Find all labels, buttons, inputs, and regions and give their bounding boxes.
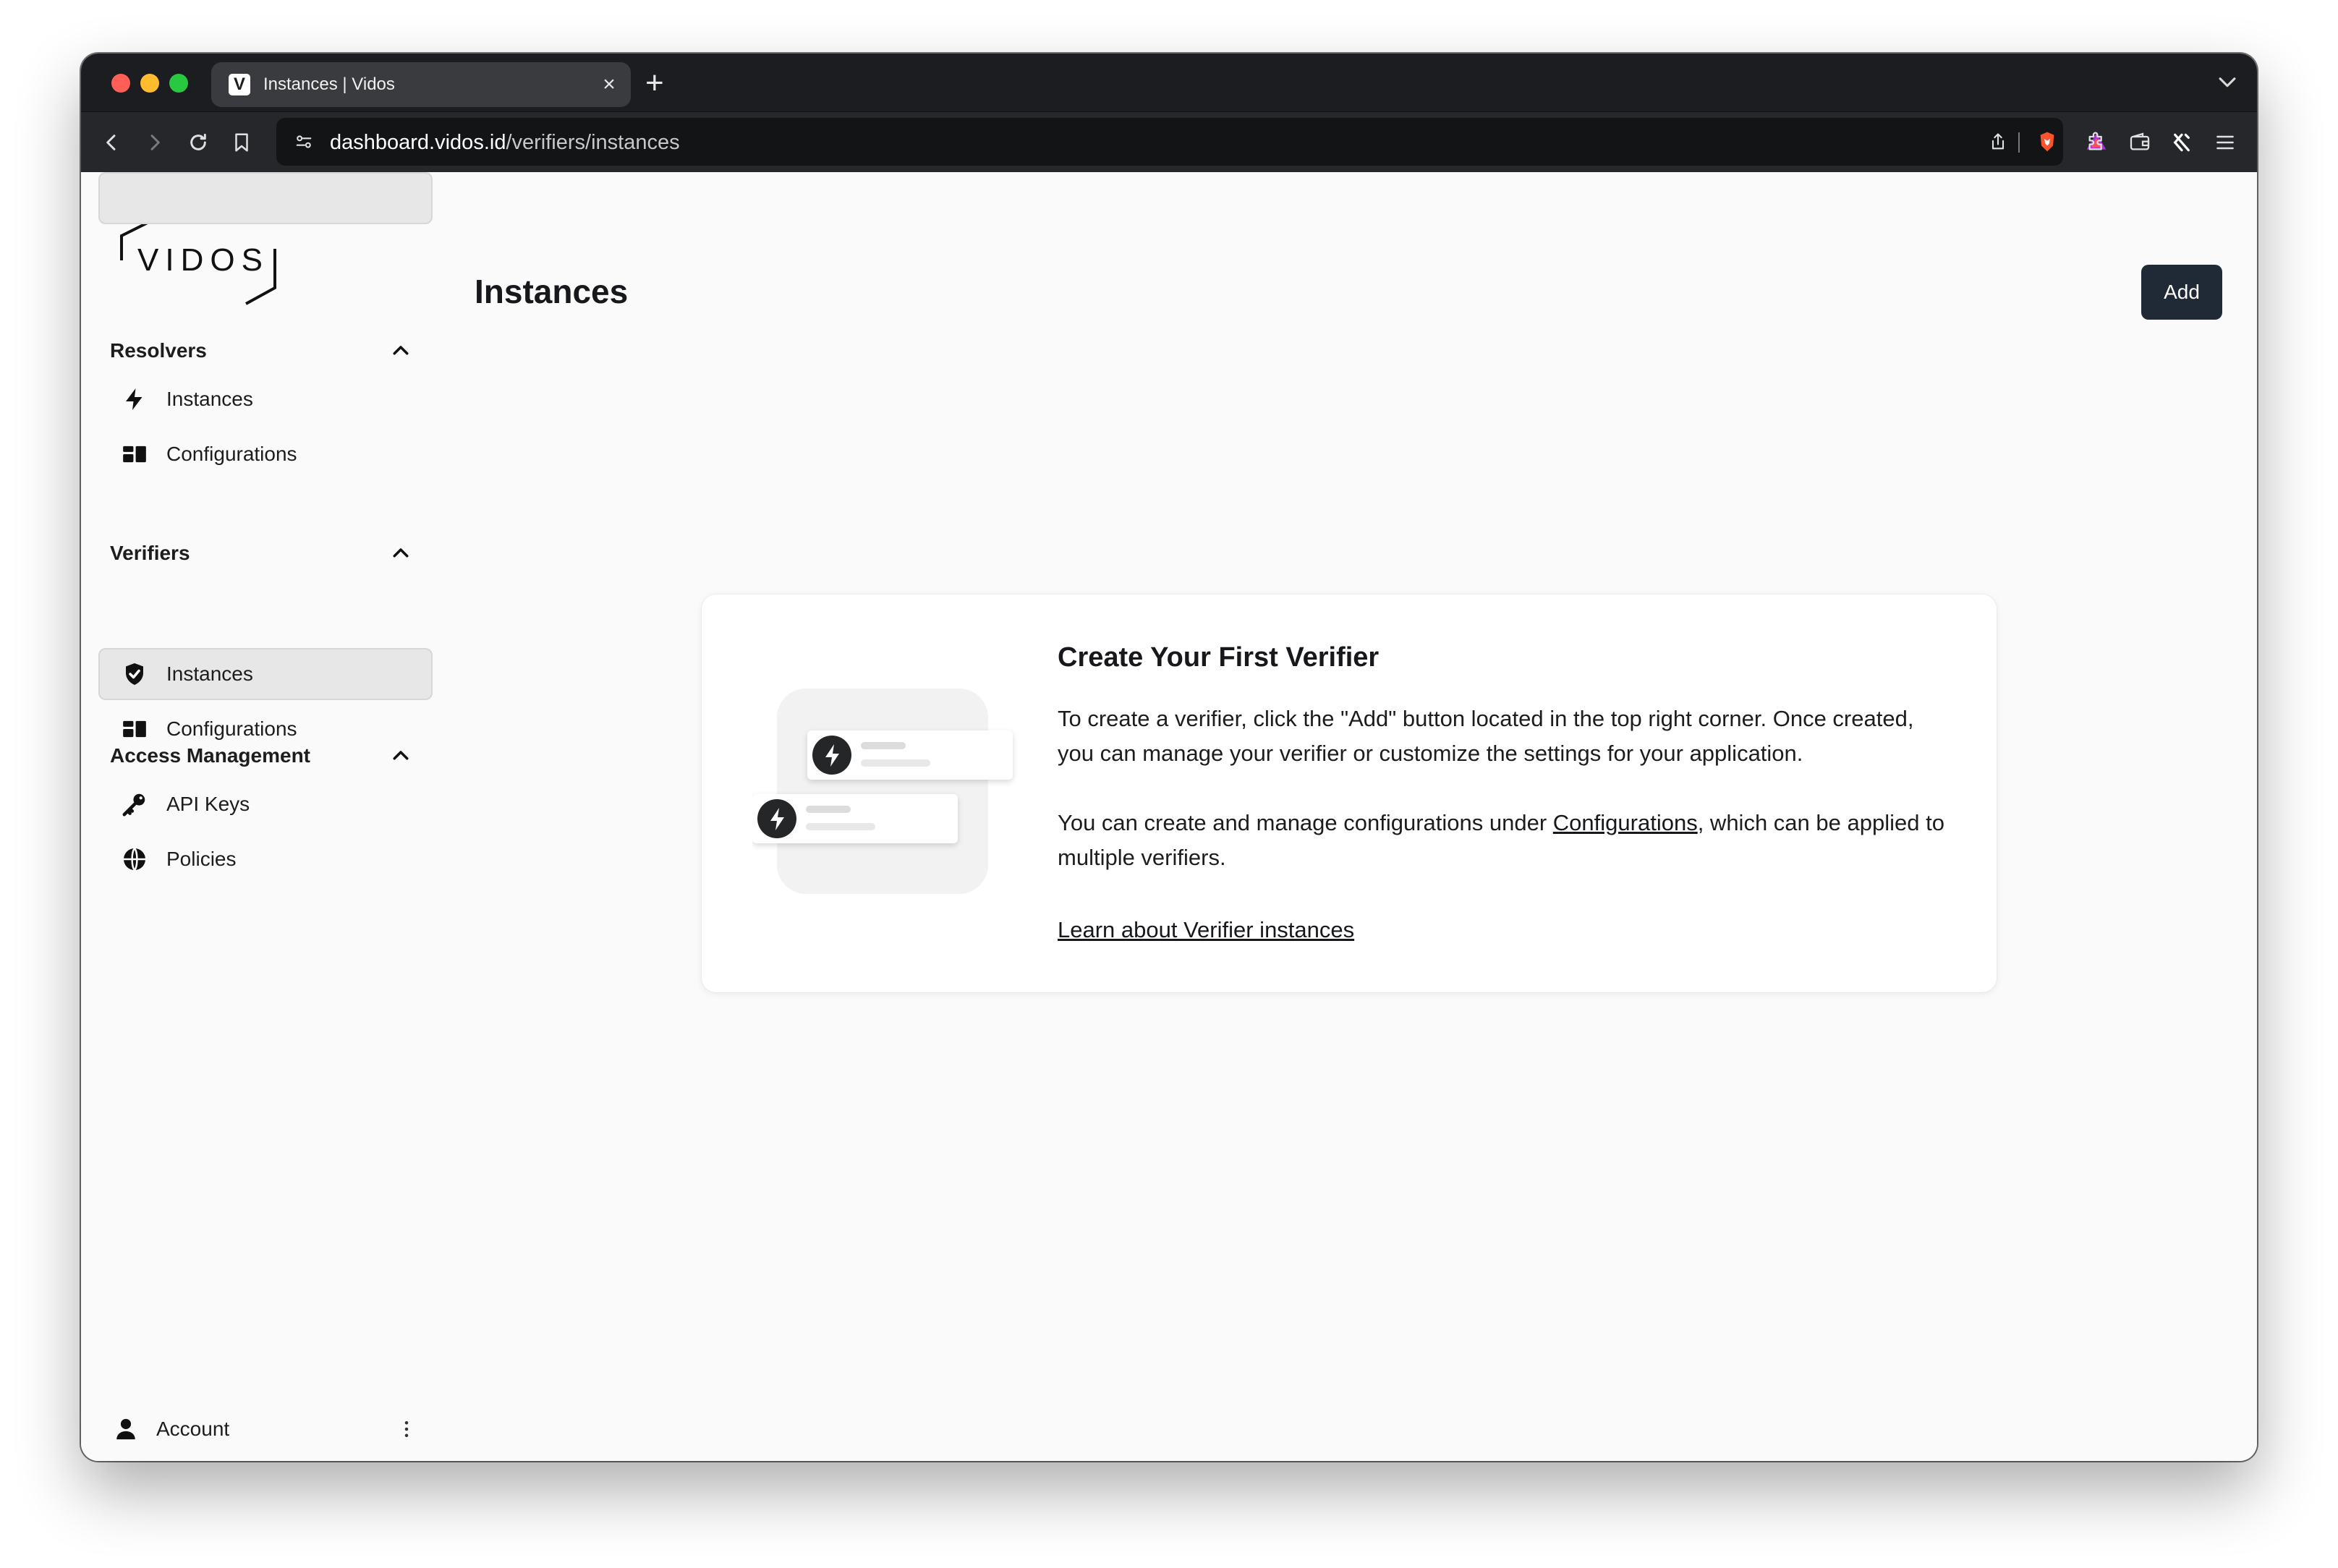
- page-title: Instances: [475, 273, 629, 310]
- account-label: Account: [156, 1418, 230, 1440]
- tab-title: Instances | Vidos: [263, 74, 395, 94]
- text-segment: You can create and manage configurations…: [1058, 810, 1553, 835]
- tab-list-chevron-icon[interactable]: [2215, 69, 2240, 98]
- url-path: /verifiers/instances: [506, 131, 680, 154]
- address-divider: [2018, 132, 2020, 153]
- sidebar-item-label: API Keys: [166, 793, 250, 815]
- leo-ai-icon[interactable]: [2166, 127, 2198, 158]
- section-title: Access Management: [110, 744, 311, 767]
- menu-icon[interactable]: [2209, 127, 2241, 158]
- empty-state-description: To create a verifier, click the "Add" bu…: [1058, 706, 1914, 766]
- app-content: VIDOS Resolvers Instances Configurations…: [81, 172, 2257, 1461]
- empty-state-illustration: [752, 689, 1020, 902]
- add-button[interactable]: Add: [2141, 265, 2222, 320]
- section-title: Verifiers: [110, 542, 190, 564]
- url-text: dashboard.vidos.id/verifiers/instances: [330, 131, 680, 155]
- sidebar-item-label: Policies: [166, 848, 237, 870]
- lightning-icon: [119, 383, 150, 415]
- minimize-window-button[interactable]: [140, 74, 159, 93]
- learn-verifier-instances-link[interactable]: Learn about Verifier instances: [1058, 917, 1354, 943]
- new-tab-button[interactable]: +: [645, 65, 664, 101]
- forward-icon[interactable]: [140, 128, 169, 157]
- empty-state-card: Create Your First Verifier To create a v…: [702, 595, 1997, 992]
- sidebar-item-verifier-instances[interactable]: Instances: [98, 648, 433, 700]
- wallet-icon[interactable]: [2124, 127, 2156, 158]
- sidebar-item-resolver-configurations[interactable]: Configurations: [98, 428, 433, 480]
- site-settings-icon[interactable]: [291, 129, 317, 155]
- vidos-logo[interactable]: VIDOS: [117, 218, 291, 309]
- sidebar-item-label: Configurations: [166, 443, 297, 465]
- browser-tab[interactable]: V Instances | Vidos ×: [211, 62, 631, 107]
- sidebar-item-api-keys[interactable]: API Keys: [98, 778, 433, 830]
- section-access-management[interactable]: Access Management: [110, 738, 415, 774]
- user-icon: [110, 1413, 142, 1445]
- empty-state-configurations-text: You can create and manage configurations…: [1058, 806, 1955, 875]
- zoom-window-button[interactable]: [169, 74, 188, 93]
- globe-icon: [119, 843, 150, 875]
- section-verifiers[interactable]: Verifiers: [110, 535, 415, 571]
- url-host: dashboard.vidos.id: [330, 131, 506, 154]
- vidos-favicon-icon: V: [229, 74, 250, 95]
- key-icon: [119, 788, 150, 820]
- logo-text: VIDOS: [137, 242, 269, 278]
- chevron-up-icon[interactable]: [386, 336, 415, 365]
- extensions-icon[interactable]: [2080, 127, 2112, 158]
- empty-state-title: Create Your First Verifier: [1058, 642, 1380, 673]
- reload-icon[interactable]: [184, 128, 213, 157]
- tab-strip: V Instances | Vidos × +: [81, 54, 2257, 111]
- chevron-up-icon[interactable]: [386, 741, 415, 770]
- shield-check-icon: [119, 658, 150, 690]
- tab-close-icon[interactable]: ×: [595, 72, 624, 97]
- sidebar-item-label: Instances: [166, 388, 253, 410]
- browser-window: V Instances | Vidos × + dashboard.vidos.…: [81, 54, 2257, 1461]
- close-window-button[interactable]: [111, 74, 130, 93]
- section-resolvers[interactable]: Resolvers: [110, 333, 415, 369]
- configurations-link[interactable]: Configurations: [1553, 810, 1698, 835]
- sidebar-item-verifier-instances[interactable]: [98, 172, 433, 224]
- bookmark-icon[interactable]: [227, 128, 256, 157]
- configurations-icon: [119, 438, 150, 470]
- sidebar-item-label: Instances: [166, 662, 253, 685]
- chevron-up-icon[interactable]: [386, 539, 415, 568]
- brave-shields-icon[interactable]: [2034, 129, 2060, 155]
- back-icon[interactable]: [97, 128, 126, 157]
- address-bar[interactable]: dashboard.vidos.id/verifiers/instances: [276, 118, 2107, 166]
- sidebar-item-policies[interactable]: Policies: [98, 833, 433, 885]
- sidebar-item-resolver-instances[interactable]: Instances: [98, 373, 433, 425]
- share-icon[interactable]: [1985, 129, 2011, 155]
- section-title: Resolvers: [110, 339, 207, 362]
- browser-toolbar: dashboard.vidos.id/verifiers/instances: [81, 111, 2257, 173]
- more-vertical-icon[interactable]: [392, 1415, 421, 1444]
- account-menu[interactable]: Account: [110, 1407, 421, 1451]
